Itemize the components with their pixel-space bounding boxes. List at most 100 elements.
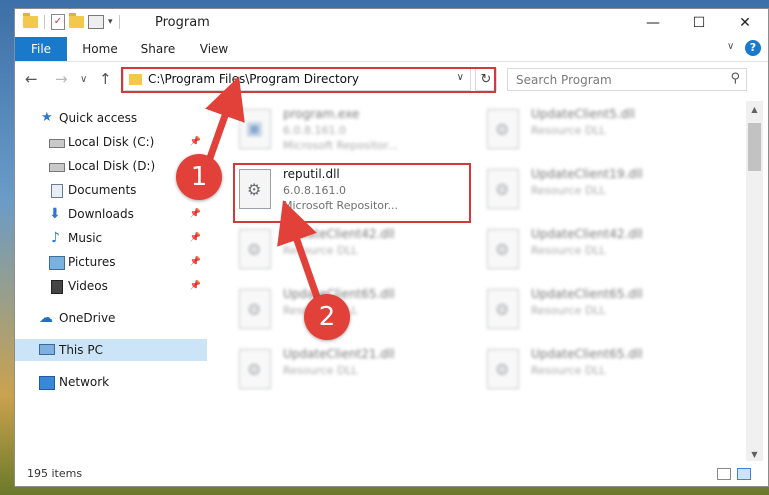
dll-file-icon xyxy=(487,349,519,389)
pin-icon[interactable]: 📌 xyxy=(190,275,201,297)
pin-icon[interactable]: 📌 xyxy=(190,131,201,153)
search-icon[interactable]: ⚲ xyxy=(730,71,740,86)
address-path[interactable]: C:\Program Files\Program Directory xyxy=(148,72,359,86)
sidebar-item-onedrive[interactable]: ☁ OneDrive xyxy=(15,307,207,329)
sidebar-item-label: Downloads xyxy=(68,207,134,221)
list-item[interactable]: UpdateClient65.dll Resource DLL xyxy=(237,281,473,339)
new-folder-icon[interactable] xyxy=(69,13,84,28)
navigation-pane: ★ Quick access Local Disk (C:) 📌 Local D… xyxy=(15,103,207,463)
sidebar-item-label: Music xyxy=(68,231,103,245)
pin-icon[interactable]: 📌 xyxy=(190,227,201,249)
file-name: program.exe xyxy=(283,107,360,121)
customize-toolbar-chevron-icon[interactable]: ▾ xyxy=(108,17,113,27)
dll-file-icon xyxy=(487,289,519,329)
close-button[interactable]: ✕ xyxy=(722,9,768,37)
details-view-icon[interactable] xyxy=(717,468,731,480)
list-item[interactable]: UpdateClient21.dll Resource DLL xyxy=(237,341,473,399)
file-type: Resource DLL xyxy=(531,124,606,137)
list-item[interactable]: UpdateClient42.dll Resource DLL xyxy=(237,221,473,279)
cloud-icon: ☁ xyxy=(39,310,53,326)
tab-home[interactable]: Home xyxy=(77,37,123,61)
file-type: Resource DLL xyxy=(283,244,358,257)
scroll-up-icon[interactable]: ▲ xyxy=(746,101,763,118)
file-name: UpdateClient42.dll xyxy=(531,227,643,241)
list-item[interactable]: program.exe 6.0.8.161.0 Microsoft Reposi… xyxy=(237,101,473,159)
vertical-scrollbar[interactable]: ▲ ▼ xyxy=(746,101,763,463)
folder-icon[interactable] xyxy=(23,13,38,28)
pc-icon xyxy=(39,344,55,355)
sidebar-item-quick-access[interactable]: ★ Quick access xyxy=(15,107,207,129)
list-item[interactable]: UpdateClient65.dll Resource DLL xyxy=(485,341,721,399)
properties-icon[interactable] xyxy=(88,15,104,29)
step-1-badge: 1 xyxy=(176,154,222,200)
downloads-icon: ⬇ xyxy=(49,206,61,222)
ribbon-expand-icon[interactable]: ∨ xyxy=(727,41,734,52)
folder-icon xyxy=(129,74,142,85)
maximize-button[interactable]: ☐ xyxy=(676,9,722,37)
music-icon: ♪ xyxy=(51,230,60,246)
list-item[interactable]: UpdateClient42.dll Resource DLL xyxy=(485,221,721,279)
pin-icon[interactable]: 📌 xyxy=(190,203,201,225)
list-item[interactable]: UpdateClient5.dll Resource DLL xyxy=(485,101,721,159)
sidebar-item-label: Pictures xyxy=(68,255,116,269)
search-box[interactable]: ⚲ xyxy=(507,68,747,91)
file-name: UpdateClient65.dll xyxy=(531,287,643,301)
toolbar-divider xyxy=(118,15,120,29)
file-type: Resource DLL xyxy=(283,364,358,377)
item-count: 195 items xyxy=(27,467,83,480)
address-row: ← → ∨ ↑ C:\Program Files\Program Directo… xyxy=(15,62,768,96)
address-dropdown-chevron-icon[interactable]: ∨ xyxy=(457,72,464,83)
dll-file-icon xyxy=(487,109,519,149)
tiles-view-icon[interactable] xyxy=(737,468,751,480)
back-button[interactable]: ← xyxy=(25,70,38,88)
properties-check-icon[interactable]: ✓ xyxy=(51,14,65,30)
file-list: program.exe 6.0.8.161.0 Microsoft Reposi… xyxy=(215,101,745,461)
sidebar-item-pictures[interactable]: Pictures 📌 xyxy=(15,251,207,273)
file-version: 6.0.8.161.0 xyxy=(283,184,346,197)
dll-file-icon xyxy=(239,349,271,389)
list-item[interactable]: UpdateClient19.dll Resource DLL xyxy=(485,161,721,219)
sidebar-item-label: Quick access xyxy=(59,111,138,125)
file-version: 6.0.8.161.0 xyxy=(283,124,346,137)
search-input[interactable] xyxy=(508,69,726,90)
star-icon: ★ xyxy=(41,110,53,125)
sidebar-item-label: Local Disk (C:) xyxy=(68,135,155,149)
scroll-thumb[interactable] xyxy=(748,123,761,171)
pin-icon[interactable]: 📌 xyxy=(190,251,201,273)
sidebar-item-this-pc[interactable]: This PC xyxy=(15,339,207,361)
file-name: UpdateClient65.dll xyxy=(531,347,643,361)
minimize-button[interactable]: — xyxy=(630,9,676,37)
address-bar[interactable]: C:\Program Files\Program Directory ∨ xyxy=(123,68,471,91)
explorer-window: ✓ ▾ Program — ☐ ✕ File Home Share View ∨… xyxy=(14,8,769,487)
sidebar-item-downloads[interactable]: ⬇ Downloads 📌 xyxy=(15,203,207,225)
sidebar-item-label: Network xyxy=(59,375,110,389)
sidebar-item-label: Local Disk (D:) xyxy=(68,159,156,173)
sidebar-item-label: Videos xyxy=(68,279,108,293)
up-button[interactable]: ↑ xyxy=(99,70,112,88)
tab-share[interactable]: Share xyxy=(133,37,183,61)
quick-access-toolbar: ✓ ▾ xyxy=(23,13,122,30)
file-type: Resource DLL xyxy=(531,244,606,257)
list-item[interactable]: UpdateClient65.dll Resource DLL xyxy=(485,281,721,339)
dll-file-icon xyxy=(239,289,271,329)
recent-locations-chevron-icon[interactable]: ∨ xyxy=(80,74,87,85)
forward-button[interactable]: → xyxy=(55,70,68,88)
toolbar-divider xyxy=(44,15,45,29)
exe-file-icon xyxy=(239,109,271,149)
dll-file-icon xyxy=(239,169,271,209)
refresh-button[interactable]: ↻ xyxy=(475,68,497,91)
tab-view[interactable]: View xyxy=(193,37,235,61)
sidebar-item-music[interactable]: ♪ Music 📌 xyxy=(15,227,207,249)
sidebar-item-network[interactable]: Network xyxy=(15,371,207,393)
file-name: UpdateClient5.dll xyxy=(531,107,635,121)
file-type: Resource DLL xyxy=(531,304,606,317)
tab-file[interactable]: File xyxy=(15,37,67,61)
sidebar-item-videos[interactable]: Videos 📌 xyxy=(15,275,207,297)
list-item-reputil[interactable]: reputil.dll 6.0.8.161.0 Microsoft Reposi… xyxy=(237,161,473,219)
file-name: reputil.dll xyxy=(283,167,340,181)
help-icon[interactable]: ? xyxy=(745,40,761,56)
status-bar: 195 items xyxy=(15,461,768,486)
sidebar-item-label: This PC xyxy=(59,343,103,357)
sidebar-item-local-disk-c[interactable]: Local Disk (C:) 📌 xyxy=(15,131,207,153)
step-2-badge: 2 xyxy=(304,294,350,340)
